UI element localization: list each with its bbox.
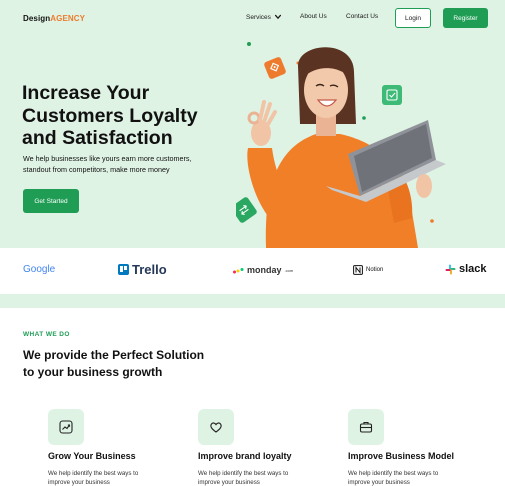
briefcase-icon bbox=[359, 421, 373, 433]
partner-logo-slack: slack bbox=[445, 263, 487, 275]
partner-logo-notion: Notion bbox=[353, 265, 383, 275]
growth-chart-icon bbox=[59, 420, 73, 434]
notion-icon bbox=[353, 265, 363, 275]
feature-title: Improve Business Model bbox=[348, 451, 455, 461]
logo-accent: AGENCY bbox=[50, 14, 86, 23]
subtext-line: We help businesses like yours earn more … bbox=[23, 154, 192, 163]
exchange-tile-icon bbox=[236, 197, 257, 223]
feature-desc-line: We help identify the best ways to bbox=[48, 470, 139, 477]
nav-about-label: About Us bbox=[300, 13, 327, 20]
notion-wordmark: Notion bbox=[366, 267, 384, 273]
hero-section: DesignAGENCY Services About Us Contact U… bbox=[0, 0, 505, 248]
partner-logo-monday: monday .com bbox=[233, 265, 293, 275]
nav-about-us[interactable]: About Us bbox=[300, 13, 327, 20]
slack-wordmark: slack bbox=[459, 263, 487, 275]
nav-services[interactable]: Services bbox=[246, 13, 282, 21]
feature-business-model-icon bbox=[348, 409, 384, 445]
section-eyebrow: WHAT WE DO bbox=[23, 331, 70, 338]
hero-woman-laptop-image bbox=[236, 42, 446, 248]
feature-desc-line: improve your business bbox=[48, 479, 110, 486]
feature-desc-line: We help identify the best ways to bbox=[348, 470, 439, 477]
nav-contact-label: Contact Us bbox=[346, 13, 379, 20]
feature-desc-line: improve your business bbox=[198, 479, 260, 486]
feature-desc-line: improve your business bbox=[348, 479, 410, 486]
section-title-line: We provide the Perfect Solution bbox=[23, 348, 205, 362]
feature-title: Grow Your Business bbox=[48, 451, 136, 461]
feature-growth-icon bbox=[48, 409, 84, 445]
trello-icon bbox=[118, 264, 129, 275]
trello-wordmark: Trello bbox=[132, 262, 167, 277]
section-title: We provide the Perfect Solution to your … bbox=[23, 347, 243, 381]
check-tile-icon bbox=[382, 85, 402, 105]
partner-logos-strip: Google Trello monday .com Notion slack bbox=[0, 248, 505, 294]
headline-line: and Satisfaction bbox=[22, 127, 173, 149]
login-button[interactable]: Login bbox=[395, 8, 431, 28]
feature-title: Improve brand loyalty bbox=[198, 451, 292, 461]
headline-line: Increase Your bbox=[22, 82, 150, 104]
get-started-button[interactable]: Get Started bbox=[23, 189, 79, 213]
heart-icon bbox=[210, 422, 222, 433]
decor-dot bbox=[247, 42, 251, 46]
headline-line: Customers Loyalty bbox=[22, 104, 198, 127]
badge-tile-icon bbox=[264, 57, 286, 79]
hero-subtext: We help businesses like yours earn more … bbox=[23, 154, 233, 175]
chevron-down-icon bbox=[274, 14, 281, 20]
section-divider-band bbox=[0, 294, 505, 308]
slack-icon bbox=[445, 264, 456, 274]
feature-description: We help identify the best ways to improv… bbox=[198, 469, 338, 486]
nav-services-label: Services bbox=[246, 13, 271, 21]
feature-description: We help identify the best ways to improv… bbox=[348, 469, 488, 486]
monday-suffix: .com bbox=[284, 267, 294, 273]
partner-logo-trello: Trello bbox=[118, 262, 167, 277]
feature-description: We help identify the best ways to improv… bbox=[48, 469, 188, 486]
logo-primary: Design bbox=[23, 14, 51, 23]
nav-contact-us[interactable]: Contact Us bbox=[346, 13, 378, 20]
feature-loyalty-icon bbox=[198, 409, 234, 445]
partner-logo-google: Google bbox=[23, 264, 55, 275]
decor-dot bbox=[362, 116, 366, 120]
monday-wordmark: monday bbox=[247, 265, 282, 275]
monday-icon bbox=[233, 267, 244, 273]
feature-desc-line: We help identify the best ways to bbox=[198, 470, 289, 477]
decor-dot bbox=[430, 219, 434, 223]
hero-headline: Increase Your Customers Loyalty and Sati… bbox=[22, 82, 232, 150]
subtext-line: standout from competitors, make more mon… bbox=[23, 164, 170, 174]
google-wordmark: Google bbox=[23, 264, 56, 275]
site-logo[interactable]: DesignAGENCY bbox=[23, 14, 85, 23]
section-title-line: to your business growth bbox=[23, 365, 163, 379]
register-button[interactable]: Register bbox=[443, 8, 488, 28]
